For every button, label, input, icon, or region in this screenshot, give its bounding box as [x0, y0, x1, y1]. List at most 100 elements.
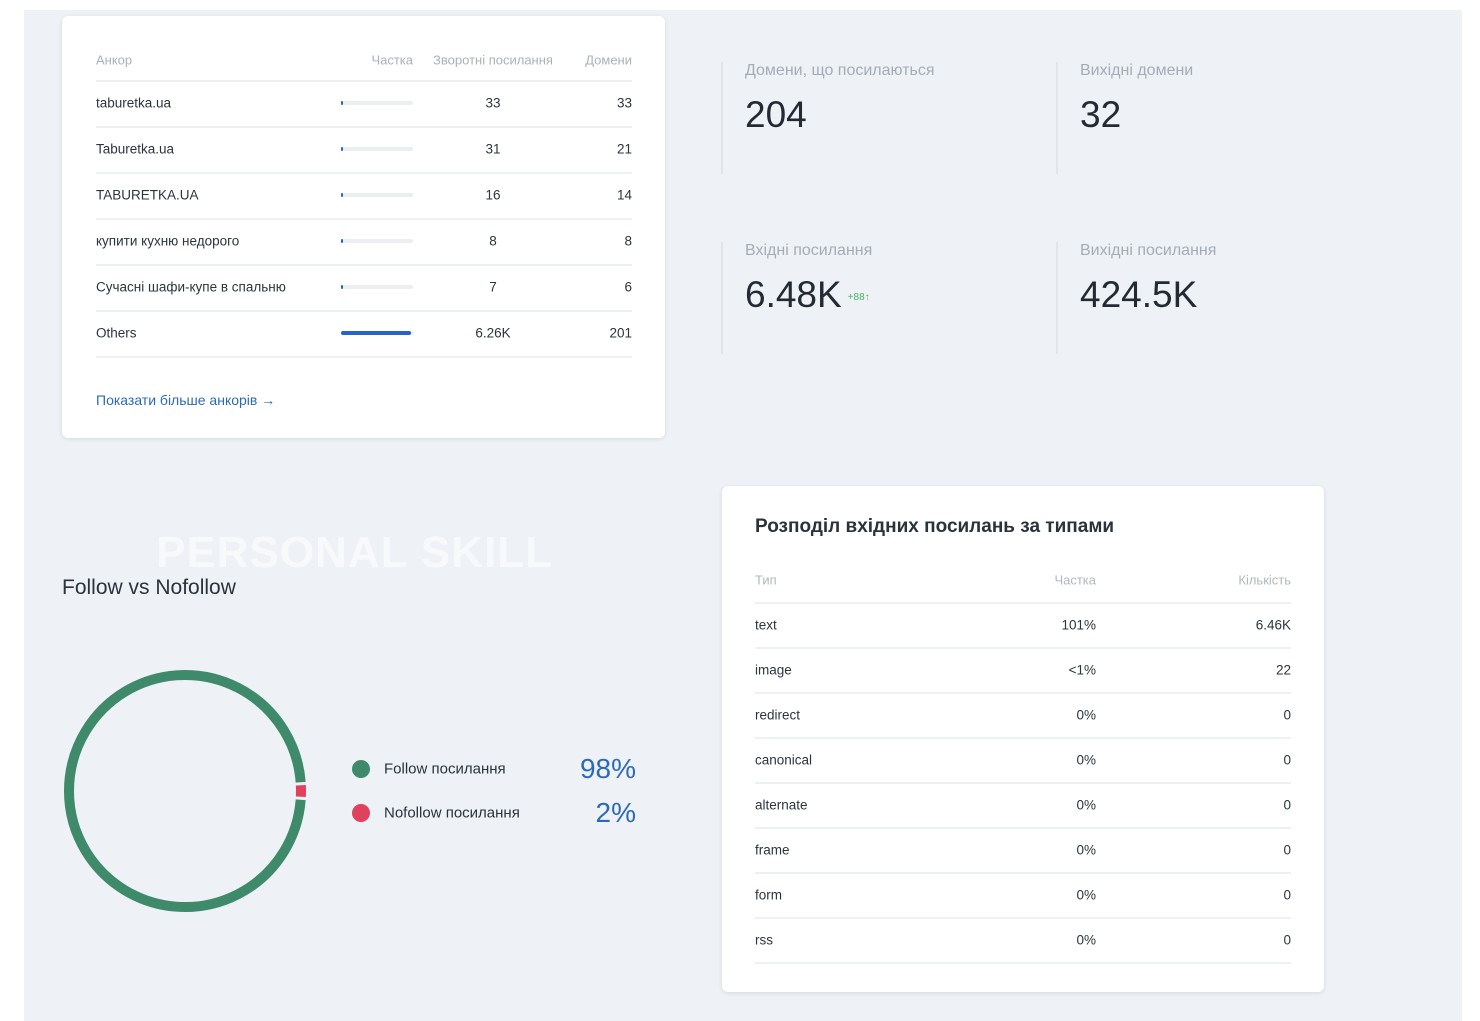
legend-label-follow: Follow посилання: [384, 760, 506, 778]
follow-donut-chart: [64, 670, 307, 912]
legend-label-nofollow: Nofollow посилання: [384, 804, 520, 822]
link-type-row: image <1% 22: [755, 647, 1291, 694]
anchor-row: Taburetka.ua 31 21: [96, 126, 632, 174]
stat-outgoing-domains: Вихідні домени 32: [1056, 62, 1193, 174]
share-bar-fill: [341, 331, 411, 335]
anchor-row: Сучасні шафи-купе в спальню 7 6: [96, 264, 632, 312]
stat-label: Вихідні домени: [1080, 62, 1194, 79]
watermark: PERSONAL SKILL: [156, 528, 554, 577]
anchor-row: TABURETKA.UA 16 14: [96, 172, 632, 220]
type-count: 0: [1283, 707, 1291, 722]
anchor-text: купити кухню недорого: [96, 233, 240, 249]
domains-count: 201: [609, 325, 632, 341]
stat-referring-domains: Домени, що посилаються 204: [721, 62, 935, 174]
anchors-card: Анкор Частка Зворотні посилання Домени t…: [62, 16, 665, 438]
type-name: redirect: [755, 707, 801, 722]
backlinks-count: 6.26K: [475, 325, 511, 341]
show-more-anchors-link[interactable]: Показати більше анкорів →: [96, 392, 275, 408]
link-type-row: rss 0% 0: [755, 917, 1291, 964]
type-name: form: [755, 887, 782, 902]
share-bar-track: [341, 285, 413, 289]
header-share: Частка: [1054, 572, 1096, 588]
stat-incoming-links: Вхідні посилання 6.48K +88↑: [721, 242, 872, 354]
domains-count: 6: [624, 279, 632, 295]
anchor-text: taburetka.ua: [96, 95, 172, 111]
link-types-card: Розподіл вхідних посилань за типами Тип …: [722, 486, 1324, 992]
header-backlinks: Зворотні посилання: [433, 52, 553, 68]
header-share: Частка: [371, 52, 413, 68]
stat-value: 32: [1080, 94, 1122, 135]
backlinks-count: 33: [485, 95, 501, 111]
anchor-row: Others 6.26K 201: [96, 310, 632, 358]
stat-label: Домени, що посилаються: [745, 62, 935, 79]
type-count: 0: [1283, 932, 1291, 947]
header-anchor: Анкор: [96, 52, 133, 68]
share-bar-track: [341, 193, 413, 197]
stat-value-number: 6.48K: [745, 274, 842, 315]
type-name: image: [755, 662, 792, 677]
link-type-row: text 101% 6.46K: [755, 602, 1291, 649]
stat-delta-badge: +88↑: [847, 291, 870, 303]
domains-count: 21: [616, 141, 632, 157]
link-type-row: frame 0% 0: [755, 827, 1291, 874]
legend-percent-nofollow: 2%: [595, 797, 636, 828]
header-domains: Домени: [585, 52, 632, 68]
type-share: 0%: [1076, 842, 1096, 857]
legend-dot-follow: [352, 760, 370, 778]
type-count: 0: [1283, 797, 1291, 812]
share-bar-fill: [341, 147, 343, 151]
anchors-table-header: Анкор Частка Зворотні посилання Домени: [96, 40, 632, 82]
legend-percent-follow: 98%: [579, 753, 636, 784]
type-share: 0%: [1076, 752, 1096, 767]
type-count: 0: [1283, 887, 1291, 902]
share-bar-track: [341, 147, 413, 151]
type-share: 101%: [1061, 617, 1096, 632]
header-type: Тип: [755, 572, 777, 588]
backlinks-count: 8: [489, 233, 497, 249]
backlinks-count: 16: [485, 187, 501, 203]
stat-value: 6.48K +88↑: [745, 274, 872, 316]
anchor-text: TABURETKA.UA: [96, 187, 199, 203]
stat-label: Вихідні посилання: [1080, 242, 1217, 259]
stat-value: 424.5K: [1080, 274, 1198, 315]
domains-count: 33: [616, 95, 632, 111]
share-bar-fill: [341, 193, 343, 197]
header-count: Кількість: [1238, 572, 1291, 588]
legend-follow: Follow посилання 98%: [352, 751, 642, 787]
type-name: text: [755, 617, 777, 632]
anchor-text: Others: [96, 325, 137, 341]
type-share: <1%: [1068, 662, 1096, 677]
type-count: 22: [1275, 662, 1291, 677]
share-bar-fill: [341, 101, 343, 105]
anchor-text: Сучасні шафи-купе в спальню: [96, 279, 286, 295]
follow-nofollow-title: Follow vs Nofollow: [62, 576, 236, 599]
type-name: alternate: [755, 797, 808, 812]
type-share: 0%: [1076, 932, 1096, 947]
link-type-row: redirect 0% 0: [755, 692, 1291, 739]
link-type-row: form 0% 0: [755, 872, 1291, 919]
type-share: 0%: [1076, 707, 1096, 722]
type-name: rss: [755, 932, 773, 947]
type-share: 0%: [1076, 797, 1096, 812]
backlinks-count: 31: [485, 141, 501, 157]
anchor-row: купити кухню недорого 8 8: [96, 218, 632, 266]
type-count: 0: [1283, 752, 1291, 767]
link-type-row: canonical 0% 0: [755, 737, 1291, 784]
anchor-text: Taburetka.ua: [96, 141, 175, 157]
share-bar-fill: [341, 285, 343, 289]
anchor-row: taburetka.ua 33 33: [96, 80, 632, 128]
domains-count: 8: [624, 233, 632, 249]
type-name: canonical: [755, 752, 813, 767]
stat-value: 204: [745, 94, 807, 135]
type-count: 0: [1283, 842, 1291, 857]
backlinks-count: 7: [489, 279, 497, 295]
stat-outgoing-links: Вихідні посилання 424.5K: [1056, 242, 1216, 354]
type-share: 0%: [1076, 887, 1096, 902]
legend-dot-nofollow: [352, 804, 370, 822]
legend-nofollow: Nofollow посилання 2%: [352, 795, 642, 831]
domains-count: 14: [616, 187, 632, 203]
donut-slice-follow: [64, 670, 306, 912]
link-types-title: Розподіл вхідних посилань за типами: [755, 516, 1115, 537]
type-name: frame: [755, 842, 790, 857]
link-type-row: alternate 0% 0: [755, 782, 1291, 829]
